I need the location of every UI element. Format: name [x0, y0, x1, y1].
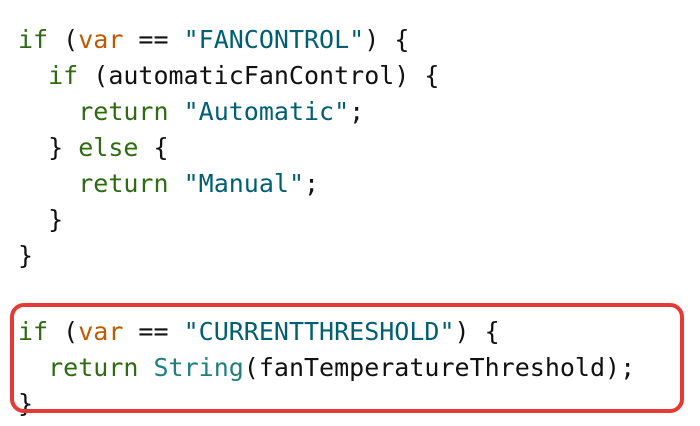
code-line: if (var == "FANCONTROL") {: [18, 22, 635, 58]
code-token: "Manual": [183, 169, 305, 198]
code-token: ) {: [454, 317, 500, 346]
code-token: (fanTemperatureThreshold);: [243, 353, 636, 382]
code-line: return String(fanTemperatureThreshold);: [18, 350, 635, 386]
code-token: (automaticFanControl) {: [78, 61, 440, 90]
code-line: } else {: [18, 130, 635, 166]
code-token: return: [78, 169, 169, 198]
code-token: (: [48, 25, 79, 54]
code-token: (: [48, 317, 79, 346]
code-line: return "Automatic";: [18, 94, 635, 130]
code-token: return: [48, 353, 139, 382]
code-token: if: [18, 25, 49, 54]
code-token: }: [18, 389, 34, 418]
code-token: {: [138, 133, 169, 162]
code-line: if (automaticFanControl) {: [18, 58, 635, 94]
code-line: }: [18, 238, 635, 274]
code-token: if: [48, 61, 79, 90]
code-token: "FANCONTROL": [183, 25, 365, 54]
code-line: return "Manual";: [18, 166, 635, 202]
code-line: if (var == "CURRENTTHRESHOLD") {: [18, 314, 635, 350]
code-token: "Automatic": [183, 97, 350, 126]
code-token: "CURRENTTHRESHOLD": [183, 317, 455, 346]
code-line: }: [18, 202, 635, 238]
code-gap: [18, 274, 635, 314]
code-token: var: [78, 25, 124, 54]
code-token: ) {: [364, 25, 410, 54]
code-token: if: [18, 317, 49, 346]
code-line: }: [18, 386, 635, 422]
code-token: var: [78, 317, 124, 346]
code-token: String: [153, 353, 244, 382]
code-token: ;: [349, 97, 365, 126]
code-token: return: [78, 97, 169, 126]
code-token: ==: [123, 25, 184, 54]
code-token: ;: [304, 169, 320, 198]
code-token: }: [18, 241, 34, 270]
code-token: ==: [123, 317, 184, 346]
code-block: if (var == "FANCONTROL") { if (automatic…: [18, 22, 635, 422]
code-token: else: [78, 133, 139, 162]
code-token: }: [48, 205, 64, 234]
code-token: }: [48, 133, 79, 162]
